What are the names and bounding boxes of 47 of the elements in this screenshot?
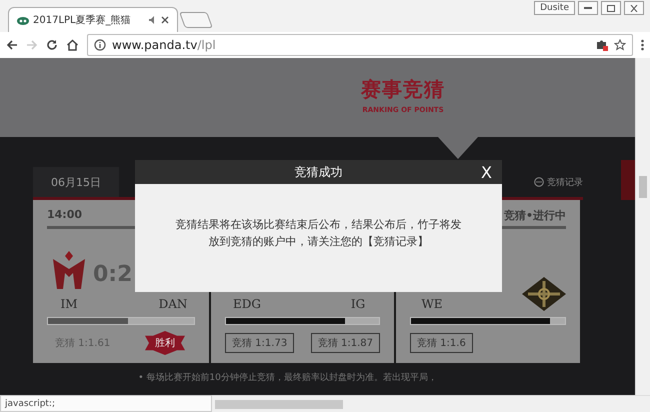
reload-icon[interactable] (46, 39, 58, 51)
win-badge: 胜利 (145, 331, 185, 355)
match-header: 竞猜•进行中 (504, 208, 566, 224)
vertical-scrollbar[interactable] (635, 58, 650, 395)
horizontal-scrollbar[interactable] (212, 395, 650, 412)
bet-button[interactable]: 竞猜 1:1.6 (410, 333, 473, 353)
team-logo (522, 277, 566, 311)
speaker-icon[interactable] (149, 16, 157, 24)
match-header: 14:00 (47, 208, 82, 223)
match-score: 0:2 (93, 262, 132, 286)
star-icon[interactable] (614, 39, 626, 51)
odds-text: 竞猜 1:1.61 (55, 336, 110, 350)
status-bar: javascript:; (0, 395, 212, 412)
panda-icon (17, 16, 29, 24)
browser-tab[interactable]: 2017LPL夏季赛_熊猫 (8, 7, 178, 32)
footnote: • 每场比赛开始前10分钟停止竞猜，最终赔率以封盘时为准。若出现平局， (137, 372, 438, 384)
close-icon (630, 4, 638, 12)
minimize-button[interactable] (578, 1, 598, 15)
bet-button[interactable]: 竞猜 1:1.73 (225, 333, 294, 353)
tab-title: 2017LPL夏季赛_熊猫 (33, 14, 132, 27)
close-button[interactable]: X (481, 163, 492, 182)
team-name: WE (421, 297, 443, 311)
url-host: www.panda.tv (112, 38, 198, 52)
url-path: /lpl (197, 38, 216, 52)
minimize-icon (584, 7, 592, 9)
menu-icon[interactable] (641, 39, 644, 51)
home-icon[interactable] (66, 39, 79, 51)
record-link[interactable]: 竞猜记录 (547, 176, 583, 188)
date-tab[interactable]: 06月15日 (33, 167, 119, 197)
team-name: EDG (233, 297, 261, 311)
back-icon[interactable] (6, 39, 18, 51)
close-icon[interactable] (161, 16, 169, 24)
banner-title: 赛事竞猜 (361, 76, 445, 103)
dialog-title: 竞猜成功 (294, 164, 342, 180)
maximize-icon (607, 4, 615, 12)
maximize-button[interactable] (601, 1, 621, 15)
close-window-button[interactable] (624, 1, 644, 15)
user-badge[interactable]: Dusite (534, 1, 575, 15)
team-name: IG (350, 297, 366, 311)
dialog-message: 竞猜结果将在该场比赛结束后公布，结果公布后，竹子将发放到竞猜的账户中，请关注您的【竞猜记录】 (174, 217, 462, 250)
address-bar[interactable]: www.panda.tv/lpl (87, 34, 633, 56)
team-name: IM (60, 297, 78, 311)
bet-button[interactable]: 竞猜 1:1.87 (310, 333, 380, 353)
more-icon (534, 177, 544, 187)
info-icon[interactable] (94, 39, 106, 51)
team-name: DAN (158, 297, 188, 311)
new-tab-button[interactable] (179, 12, 213, 28)
